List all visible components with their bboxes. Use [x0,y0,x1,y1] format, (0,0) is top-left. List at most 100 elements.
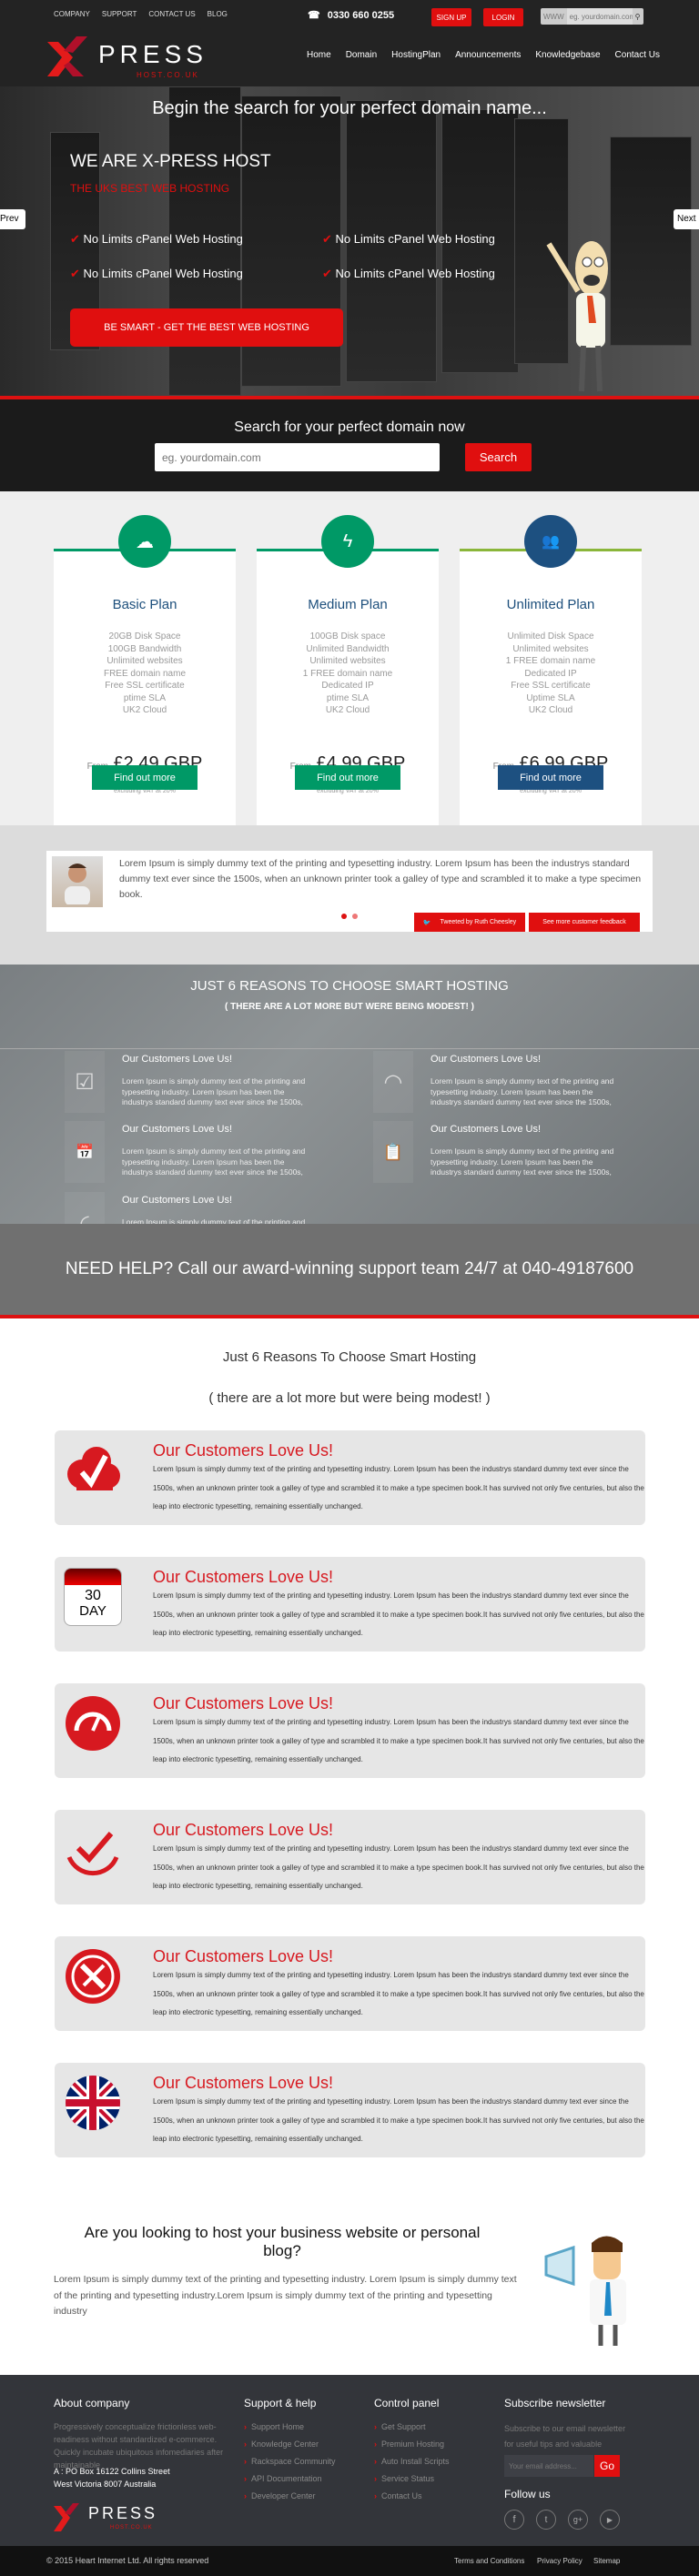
top-link-contact[interactable]: CONTACT US [148,10,195,18]
footer-address: A : PO Box 16122 Collins Street West Vict… [54,2467,170,2489]
reasons-dark-title: JUST 6 REASONS TO CHOOSE SMART HOSTING [190,978,509,994]
promo-title: Are you looking to host your business we… [84,2224,481,2259]
logo[interactable]: PRESS HOST.CO.UK [46,35,209,80]
nav-knowledgebase[interactable]: Knowledgebase [535,50,600,60]
newsletter-go-button[interactable]: Go [594,2455,620,2477]
check-icon: ✔ [322,232,332,246]
divider [0,1315,699,1318]
logo-x-mark [47,36,87,76]
phone-number: 0330 660 0255 [327,9,395,21]
plan-name: Basic Plan [112,597,177,612]
cta-button[interactable]: BE SMART - GET THE BEST WEB HOSTING [70,308,343,347]
more-feedback-button[interactable]: See more customer feedback [529,913,640,932]
logo-subtext: HOST.CO.UK [137,71,199,79]
login-button[interactable]: LOGIN [483,8,523,26]
footer-link[interactable]: › Rackspace Community [244,2456,336,2467]
reason-card: Our Customers Love Us! Lorem Ipsum is sim… [55,1936,645,2031]
header-domain-search[interactable]: WWW ⚲ [541,8,643,25]
testimonial-card: Lorem Ipsum is simply dummy text of the … [46,851,653,932]
header-search-input[interactable] [566,8,633,25]
footer-link[interactable]: › Support Home [244,2421,304,2432]
www-prefix: WWW [543,12,564,21]
footer-about-title: About company [54,2397,130,2409]
nav-announcements[interactable]: Announcements [455,50,521,60]
tweeted-by-button[interactable]: 🐦 Tweeted by Ruth Cheesley [414,913,525,932]
gauge-icon: ◠ [373,1051,413,1113]
carousel-dot-active[interactable] [341,914,347,919]
nav-hostingplan[interactable]: HostingPlan [391,50,441,60]
footer-about-text: Progressively conceptualize frictionless… [54,2422,224,2470]
plan-features: 20GB Disk Space 100GB Bandwidth Unlimited … [103,631,187,715]
domain-search-button[interactable]: Search [465,443,532,471]
check-icon: ✔ [70,232,80,246]
reasons-subtitle: ( there are a lot more but were being mo… [208,1390,491,1406]
footer-logo[interactable]: PRESS HOST.CO.UK [54,2502,163,2535]
find-out-more-button[interactable]: Find out more [295,765,400,790]
footer-link[interactable]: › Contact Us [374,2490,422,2501]
sign-up-button[interactable]: SIGN UP [431,8,471,26]
speed-check-icon [66,1832,119,1876]
top-link-blog[interactable]: BLOG [208,10,228,18]
nav-home[interactable]: Home [307,50,331,60]
search-icon[interactable]: ⚲ [633,13,641,21]
footer-link[interactable]: › Premium Hosting [374,2439,444,2450]
copyright: © 2015 Heart Internet Ltd. All rights re… [46,2556,209,2565]
newsletter-email-input[interactable] [504,2455,593,2477]
reason-card: Our Customers Love Us! Lorem Ipsum is sim… [55,1683,645,1778]
reasons-title: Just 6 Reasons To Choose Smart Hosting [222,1349,477,1365]
twitter-icon[interactable]: t [536,2510,556,2530]
reason-card: Our Customers Love Us! Lorem Ipsum is sim… [55,1810,645,1904]
hero-slider: Begin the search for your perfect domain… [0,86,699,396]
calendar-30-day-icon: 30 DAY [64,1568,122,1626]
header: COMPANY SUPPORT CONTACT US BLOG ☎ 0330 66… [0,0,699,86]
cloud-check-icon [67,1447,120,1490]
hero-feature: ✔ No Limits cPanel Web Hosting [70,267,243,280]
top-link-support[interactable]: SUPPORT [102,10,137,18]
footer-link[interactable]: › API Documentation [244,2473,322,2484]
footer-link[interactable]: › Developer Center [244,2490,316,2501]
google-plus-icon[interactable]: g+ [568,2510,588,2530]
calendar-icon: 📅 [65,1121,105,1183]
plan-features: 100GB Disk space Unlimited Bandwidth Unlim… [302,631,393,715]
terms-link[interactable]: Terms and Conditions [454,2557,524,2565]
footer-link[interactable]: › Get Support [374,2421,426,2432]
reasons-dark-section: JUST 6 REASONS TO CHOOSE SMART HOSTING (… [0,965,699,1254]
cloud-icon: ☁ [118,515,171,568]
find-out-more-button[interactable]: Find out more [92,765,198,790]
tools-icon [66,1949,120,2004]
avatar [52,856,103,907]
plan-name: Unlimited Plan [506,597,595,612]
nav-domain[interactable]: Domain [346,50,377,60]
privacy-link[interactable]: Privacy Policy [537,2557,582,2565]
reasons-dark-subtitle: ( THERE ARE A LOT MORE BUT WERE BEING MO… [225,1002,474,1012]
youtube-icon[interactable]: ▶ [600,2510,620,2530]
hero-headline: Begin the search for your perfect domain… [152,98,547,118]
clipboard-icon: 📋 [373,1121,413,1183]
domain-search-title: Search for your perfect domain now [234,419,465,435]
hero-feature: ✔ No Limits cPanel Web Hosting [322,267,495,280]
sitemap-link[interactable]: Sitemap [593,2557,620,2565]
plan-card-basic: ☁ Basic Plan 20GB Disk Space 100GB Bandwi… [54,515,236,825]
uk-flag-icon [66,2076,120,2130]
domain-search-input[interactable] [155,443,440,471]
carousel-dot[interactable] [352,914,358,919]
nav-contact[interactable]: Contact Us [615,50,660,60]
footer-cp-title: Control panel [374,2397,440,2409]
top-links: COMPANY SUPPORT CONTACT US BLOG [54,10,239,18]
footer-support-title: Support & help [244,2397,317,2409]
footer-link[interactable]: › Service Status [374,2473,434,2484]
promo-text: Lorem Ipsum is simply dummy text of the … [54,2274,517,2317]
hero-subtitle: THE UKS BEST WEB HOSTING [70,182,230,195]
prev-button[interactable]: Prev [0,209,25,229]
find-out-more-button[interactable]: Find out more [498,765,603,790]
facebook-icon[interactable]: f [504,2510,524,2530]
reason-card: Our Customers Love Us! Lorem Ipsum is sim… [55,1430,645,1525]
checkbox-icon: ☑ [65,1051,105,1113]
check-icon: ✔ [70,267,80,280]
footer-link[interactable]: › Knowledge Center [244,2439,319,2450]
footer-link[interactable]: › Auto Install Scripts [374,2456,450,2467]
top-link-company[interactable]: COMPANY [54,10,90,18]
plan-card-unlimited: 👥 Unlimited Plan Unlimited Disk Space Unl… [460,515,642,825]
next-button[interactable]: Next [674,209,699,229]
logo-text: PRESS [98,40,208,68]
